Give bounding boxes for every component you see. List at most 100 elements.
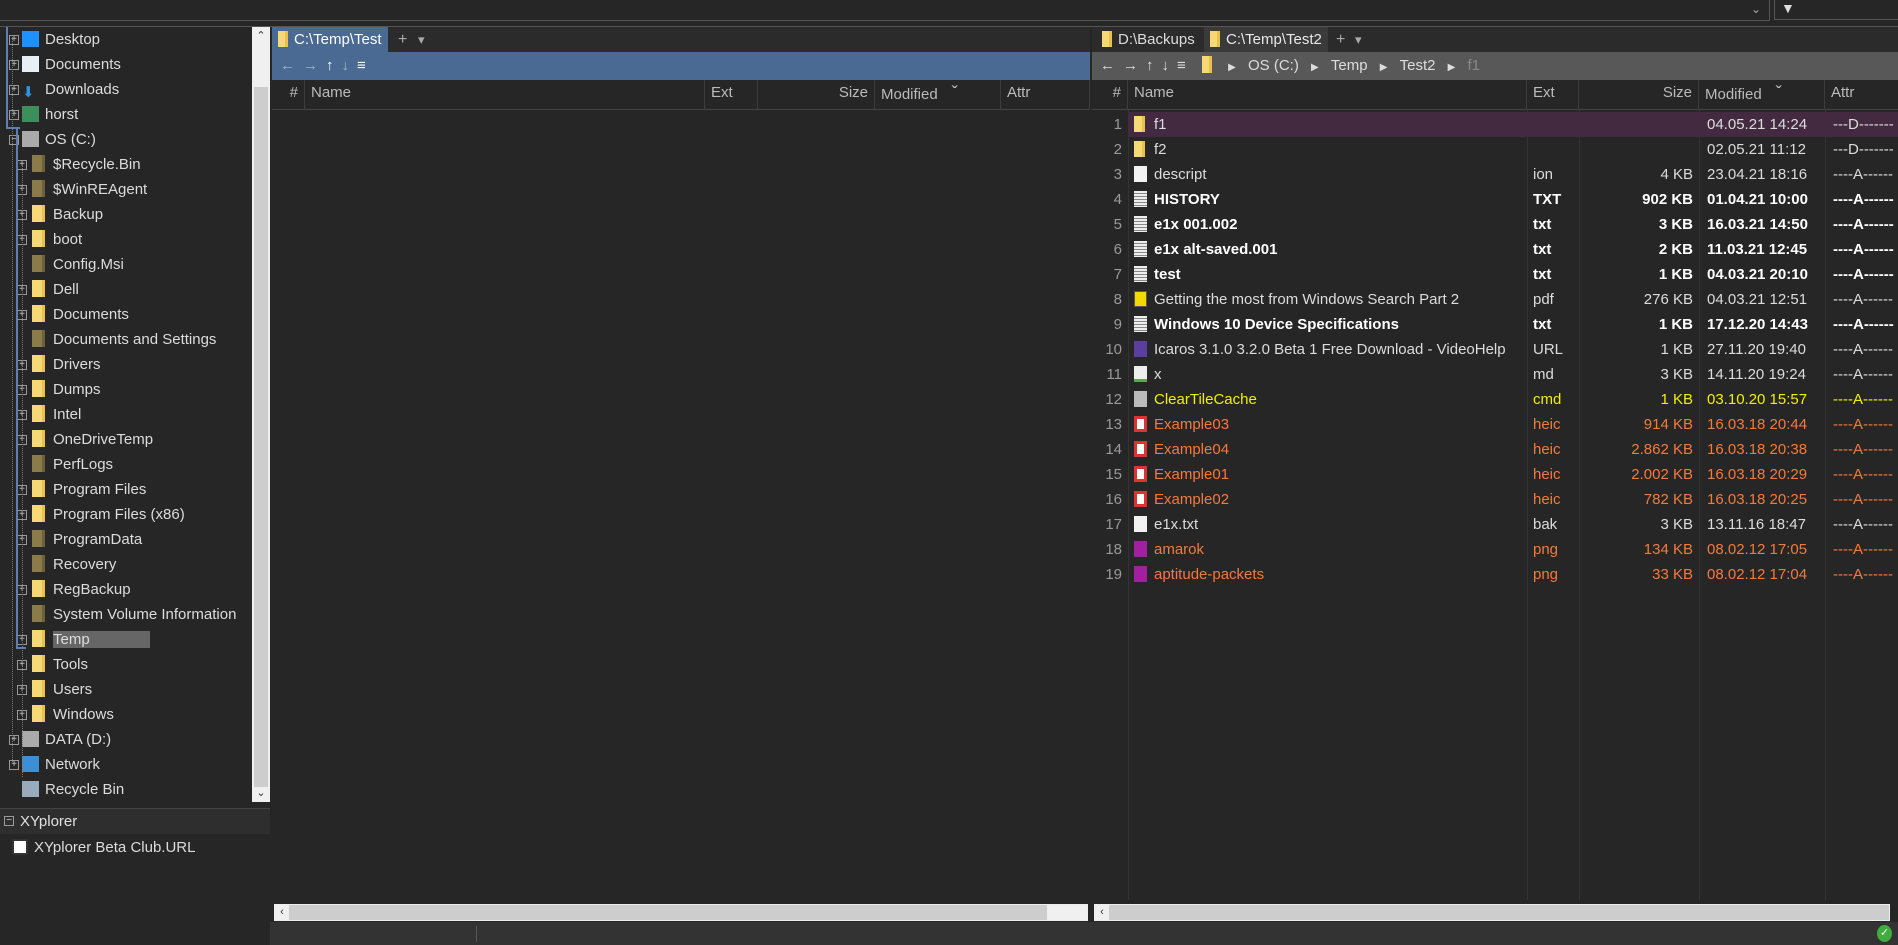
file-row[interactable]: 16 Example02 heic 782 KB 16.03.18 20:25 ----A… xyxy=(1092,487,1898,512)
column-header-size[interactable]: Size xyxy=(1579,80,1699,110)
tree-item-system-volume-information[interactable]: System Volume Information xyxy=(32,602,236,627)
right-hscrollbar[interactable]: ‹ xyxy=(1094,904,1890,921)
file-row[interactable]: 18 amarok png 134 KB 08.02.12 17:05 ----A----… xyxy=(1092,537,1898,562)
menu-icon[interactable]: ≡ xyxy=(1177,52,1186,80)
file-row[interactable]: 1 f1 04.05.21 14:24 ---D------- xyxy=(1114,112,1898,137)
column-header-name[interactable]: Name xyxy=(1128,80,1527,110)
up-icon[interactable]: ↑ xyxy=(1146,52,1154,80)
expand-icon[interactable]: + xyxy=(9,760,19,770)
file-row[interactable]: 6 e1x alt-saved.001 txt 2 KB 11.03.21 12:45 -… xyxy=(1092,237,1898,262)
tree-item-boot[interactable]: + boot xyxy=(17,227,82,252)
tree-item-desktop[interactable]: + Desktop xyxy=(9,27,100,52)
tree-item-dell[interactable]: + Dell xyxy=(17,277,79,302)
filter-icon[interactable]: ▼ xyxy=(1781,0,1795,16)
breadcrumb-test2[interactable]: Test2 xyxy=(1400,52,1436,80)
scroll-left-icon[interactable]: ‹ xyxy=(275,905,289,920)
scroll-left-icon[interactable]: ‹ xyxy=(1095,905,1109,920)
tree-item-backup[interactable]: + Backup xyxy=(17,202,103,227)
tree-item-documents[interactable]: + Documents xyxy=(17,302,129,327)
file-row[interactable]: 4 HISTORY TXT 902 KB 01.04.21 10:00 ----A----… xyxy=(1092,187,1898,212)
file-row[interactable]: 2 f2 02.05.21 11:12 ---D------- xyxy=(1092,137,1898,162)
tree-item-config-msi[interactable]: Config.Msi xyxy=(32,252,124,277)
file-row[interactable]: 17 e1x.txt bak 3 KB 13.11.16 18:47 ----A-----… xyxy=(1092,512,1898,537)
column-header-modified[interactable]: Modified ˇ xyxy=(875,80,1001,110)
scroll-down-icon[interactable]: ⌄ xyxy=(252,784,270,802)
forward-icon[interactable]: → xyxy=(1123,52,1138,80)
file-row[interactable]: 13 Example03 heic 914 KB 16.03.18 20:44 ----A… xyxy=(1092,412,1898,437)
file-row[interactable]: 8 Getting the most from Windows Search Pa… xyxy=(1092,287,1898,312)
file-row[interactable]: 19 aptitude-packets png 33 KB 08.02.12 17:04… xyxy=(1092,562,1898,587)
scroll-thumb[interactable] xyxy=(254,87,268,787)
tree-item-horst[interactable]: + horst xyxy=(9,102,78,127)
file-row[interactable]: 10 Icaros 3.1.0 3.2.0 Beta 1 Free Downloa… xyxy=(1092,337,1898,362)
column-header-ext[interactable]: Ext xyxy=(705,80,758,110)
scroll-right-icon[interactable] xyxy=(1047,905,1087,920)
column-header-attr[interactable]: Attr xyxy=(1001,80,1090,110)
chevron-down-icon[interactable]: ⌄ xyxy=(1751,2,1761,16)
expand-icon[interactable]: + xyxy=(9,735,19,745)
catalog-item[interactable]: XYplorer Beta Club.URL xyxy=(0,834,270,861)
column-header-number[interactable]: # xyxy=(1092,80,1128,110)
forward-icon[interactable]: → xyxy=(303,52,318,80)
column-header-modified[interactable]: Modified ˇ xyxy=(1699,80,1825,110)
file-row[interactable]: 9 Windows 10 Device Specifications txt 1 KB… xyxy=(1092,312,1898,337)
tree-item-data-d-[interactable]: + DATA (D:) xyxy=(9,727,111,752)
down-icon[interactable]: ↓ xyxy=(342,52,350,80)
tree-item-program-files-x86-[interactable]: + Program Files (x86) xyxy=(17,502,185,527)
back-icon[interactable]: ← xyxy=(1100,52,1115,80)
tree-item-temp[interactable]: + Temp xyxy=(17,627,150,652)
menu-icon[interactable]: ≡ xyxy=(357,52,366,80)
catalog-category[interactable]: − XYplorer xyxy=(0,809,270,834)
tree-item--recycle-bin[interactable]: + $Recycle.Bin xyxy=(17,152,141,177)
left-hscrollbar[interactable]: ‹ xyxy=(274,904,1088,921)
breadcrumb-f1[interactable]: f1 xyxy=(1468,52,1481,80)
tree-item-program-files[interactable]: + Program Files xyxy=(17,477,146,502)
file-row[interactable]: 3 descript ion 4 KB 23.04.21 18:16 ----A-----… xyxy=(1092,162,1898,187)
column-header-name[interactable]: Name xyxy=(305,80,705,110)
tree-item-documents-and-settings[interactable]: Documents and Settings xyxy=(32,327,216,352)
file-row[interactable]: 14 Example04 heic 2.862 KB 16.03.18 20:38 ---… xyxy=(1092,437,1898,462)
new-tab-icon[interactable]: + xyxy=(398,27,407,52)
breadcrumb-temp[interactable]: Temp xyxy=(1331,52,1368,80)
tree-item-dumps[interactable]: + Dumps xyxy=(17,377,101,402)
column-header-size[interactable]: Size xyxy=(758,80,875,110)
file-row[interactable]: 12 ClearTileCache cmd 1 KB 03.10.20 15:57 ---… xyxy=(1092,387,1898,412)
address-bar[interactable]: ⌄ xyxy=(0,0,1770,21)
back-icon[interactable]: ← xyxy=(280,52,295,80)
up-icon[interactable]: ↑ xyxy=(326,52,334,80)
tree-item-onedrivetemp[interactable]: + OneDriveTemp xyxy=(17,427,153,452)
expand-icon[interactable]: + xyxy=(9,60,19,70)
tab-dropdown-icon[interactable]: ▾ xyxy=(418,27,425,52)
filter-box[interactable]: ▼ xyxy=(1774,0,1898,20)
tab-c-temp-test2[interactable]: C:\Temp\Test2 xyxy=(1204,27,1328,52)
file-row[interactable]: 7 test txt 1 KB 04.03.21 20:10 ----A------ xyxy=(1092,262,1898,287)
tree-item-tools[interactable]: + Tools xyxy=(17,652,88,677)
tab-d-backups[interactable]: D:\Backups xyxy=(1096,27,1201,52)
tree-item-intel[interactable]: + Intel xyxy=(17,402,81,427)
tree-item-downloads[interactable]: + ⬇ Downloads xyxy=(9,77,119,102)
expand-icon[interactable]: + xyxy=(9,35,19,45)
tree-item-os-c-[interactable]: − OS (C:) xyxy=(9,127,96,152)
file-row[interactable]: 11 x md 3 KB 14.11.20 19:24 ----A------ xyxy=(1092,362,1898,387)
file-row[interactable]: 15 Example01 heic 2.002 KB 16.03.18 20:29 ---… xyxy=(1092,462,1898,487)
expand-icon[interactable]: + xyxy=(9,85,19,95)
breadcrumb-os-c[interactable]: OS (C:) xyxy=(1248,52,1299,80)
tree-item-windows[interactable]: + Windows xyxy=(17,702,114,727)
tree-item-documents[interactable]: + Documents xyxy=(9,52,121,77)
new-tab-icon[interactable]: + xyxy=(1336,27,1345,52)
tree-item-recycle-bin[interactable]: Recycle Bin xyxy=(22,777,124,802)
tree-item-drivers[interactable]: + Drivers xyxy=(17,352,101,377)
scroll-up-icon[interactable]: ⌃ xyxy=(252,27,270,45)
tree-item-perflogs[interactable]: PerfLogs xyxy=(32,452,113,477)
tree-item--winreagent[interactable]: + $WinREAgent xyxy=(17,177,147,202)
tree-item-regbackup[interactable]: + RegBackup xyxy=(17,577,131,602)
column-header-number[interactable]: # xyxy=(272,80,305,110)
tab-c-temp-test[interactable]: C:\Temp\Test xyxy=(272,27,388,52)
tree-scrollbar[interactable]: ⌃ ⌄ xyxy=(252,27,270,802)
tree-item-network[interactable]: + Network xyxy=(9,752,100,777)
column-header-attr[interactable]: Attr xyxy=(1825,80,1898,110)
collapse-icon[interactable]: − xyxy=(4,816,14,826)
tree-item-users[interactable]: + Users xyxy=(17,677,92,702)
column-header-ext[interactable]: Ext xyxy=(1527,80,1579,110)
tab-dropdown-icon[interactable]: ▾ xyxy=(1355,27,1362,52)
